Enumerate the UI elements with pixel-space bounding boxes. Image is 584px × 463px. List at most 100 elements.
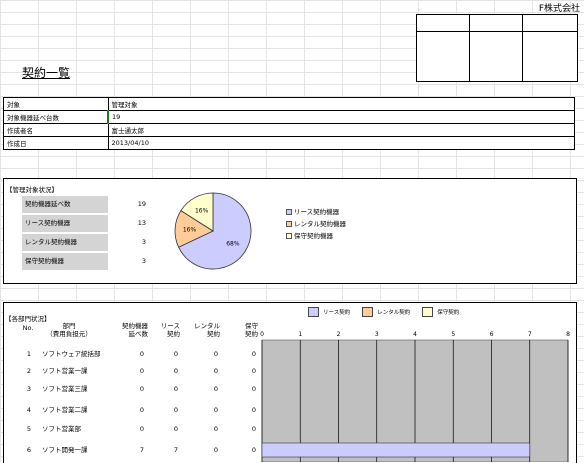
stat-row: 保守契約機器 3 (22, 253, 158, 270)
info-key[interactable]: 作成日 (3, 136, 109, 150)
approval-stamp-box (416, 14, 578, 82)
info-row: 対象機器延べ台数 19 (3, 110, 575, 124)
pie-legend-label: 保守契約機器 (294, 232, 333, 240)
col-header-total: 契約機器 延べ数 (122, 322, 148, 338)
info-value[interactable]: 管理対象 (107, 97, 575, 111)
legend-swatch-rental (286, 221, 292, 227)
stat-value[interactable]: 13 (138, 215, 146, 232)
info-value[interactable]: 2013/04/10 (107, 136, 575, 150)
row-total[interactable]: 0 (108, 405, 144, 415)
row-rental[interactable]: 0 (188, 384, 218, 394)
pie-legend-item: 保守契約機器 (286, 230, 346, 242)
x-tick-label: 5 (451, 331, 455, 338)
x-tick-label: 4 (413, 331, 417, 338)
row-dept-name[interactable]: ソフトウェア統括部 (42, 349, 106, 359)
row-total[interactable]: 0 (108, 349, 144, 359)
bar-legend-label: リース契約 (323, 310, 351, 316)
row-dept-name[interactable]: ソフト開発一課 (42, 445, 106, 455)
stat-label[interactable]: レンタル契約機器 (22, 234, 108, 251)
legend-swatch-maint (286, 233, 292, 239)
row-dept-name[interactable]: ソフト営業二課 (42, 405, 106, 415)
col-header-dept: 部門 （費用負担元） (46, 322, 92, 338)
legend-swatch-lease (286, 209, 292, 215)
row-maint[interactable]: 0 (226, 384, 256, 394)
stat-label[interactable]: リース契約機器 (22, 215, 108, 232)
row-rental[interactable]: 0 (188, 405, 218, 415)
row-no: 2 (26, 367, 32, 375)
approval-divider (469, 15, 470, 81)
pie-chart[interactable]: 68% 16% 16% (168, 188, 258, 274)
row-no: 4 (26, 406, 32, 414)
row-no: 6 (26, 446, 32, 454)
stat-value[interactable]: 19 (138, 196, 146, 213)
pie-data-label: 68% (226, 241, 240, 248)
info-row: 作成日 2013/04/10 (3, 136, 575, 150)
legend-swatch-rental (362, 307, 374, 317)
pie-legend-label: レンタル契約機器 (294, 220, 346, 228)
row-lease[interactable]: 0 (148, 349, 178, 359)
stat-row: レンタル契約機器 3 (22, 234, 158, 251)
row-rental[interactable]: 0 (188, 424, 218, 434)
info-table: 対象 管理対象 対象機器延べ台数 19 作成者名 富士通太郎 作成日 2013/… (3, 97, 575, 150)
x-tick-label: 3 (375, 331, 379, 338)
info-value[interactable]: 富士通太郎 (107, 123, 575, 137)
row-no: 5 (26, 425, 32, 433)
row-maint[interactable]: 0 (226, 366, 256, 376)
pie-legend-label: リース契約機器 (294, 208, 340, 216)
row-lease[interactable]: 0 (148, 384, 178, 394)
row-maint[interactable]: 0 (226, 349, 256, 359)
stat-value[interactable]: 3 (142, 234, 146, 251)
info-key[interactable]: 作成者名 (3, 123, 109, 137)
row-lease[interactable]: 0 (148, 366, 178, 376)
row-no: 3 (26, 385, 32, 393)
bar-legend-label: レンタル契約 (377, 310, 411, 316)
approval-header-row (417, 15, 577, 32)
pie-legend-item: リース契約機器 (286, 206, 346, 218)
row-dept-name[interactable]: ソフト営業三課 (42, 384, 106, 394)
legend-swatch-lease (308, 307, 319, 317)
stat-label[interactable]: 保守契約機器 (22, 253, 108, 270)
stat-row: 契約機器延べ数 19 (22, 196, 158, 213)
row-total[interactable]: 0 (108, 424, 144, 434)
info-row: 対象 管理対象 (3, 97, 575, 111)
x-tick-label: 7 (528, 331, 532, 338)
row-dept-name[interactable]: ソフト営業一課 (42, 366, 106, 376)
row-rental[interactable]: 0 (188, 349, 218, 359)
row-dept-name[interactable]: ソフト営業部 (42, 424, 106, 434)
row-lease[interactable]: 0 (148, 424, 178, 434)
stat-label[interactable]: 契約機器延べ数 (22, 196, 108, 213)
x-tick-label: 2 (337, 331, 341, 338)
row-total[interactable]: 0 (108, 384, 144, 394)
bar-legend-item: 保守契約 (422, 307, 459, 317)
x-tick-label: 8 (566, 331, 570, 338)
row-total[interactable]: 7 (108, 445, 144, 455)
row-no: 1 (26, 350, 32, 358)
bar-segment[interactable] (261, 442, 531, 458)
pie-legend-item: レンタル契約機器 (286, 218, 346, 230)
row-lease[interactable]: 0 (148, 405, 178, 415)
row-rental[interactable]: 0 (188, 445, 218, 455)
row-maint[interactable]: 0 (226, 445, 256, 455)
row-rental[interactable]: 0 (188, 366, 218, 376)
info-key[interactable]: 対象 (3, 97, 109, 111)
company-name: F株式会社 (538, 4, 580, 14)
row-maint[interactable]: 0 (226, 405, 256, 415)
info-key[interactable]: 対象機器延べ台数 (3, 110, 109, 124)
info-value[interactable]: 19 (107, 110, 575, 124)
row-maint[interactable]: 0 (226, 424, 256, 434)
page-title: 契約一覧 (22, 66, 71, 80)
row-total[interactable]: 0 (108, 366, 144, 376)
bar-legend-label: 保守契約 (437, 310, 460, 316)
stat-row: リース契約機器 13 (22, 215, 158, 232)
bar-legend-item: リース契約 (308, 307, 350, 317)
x-tick-label: 0 (260, 331, 264, 338)
col-header-maint: 保守 契約 (245, 322, 258, 338)
stat-value[interactable]: 3 (142, 253, 146, 270)
col-header-no: No. (22, 324, 34, 332)
dept-bar-chart[interactable]: 0 1 2 3 4 5 6 7 8 (256, 326, 584, 462)
pie-legend: リース契約機器 レンタル契約機器 保守契約機器 (286, 206, 346, 242)
bar-legend: リース契約 レンタル契約 保守契約 (308, 307, 471, 317)
x-tick-label: 1 (298, 331, 302, 338)
info-row: 作成者名 富士通太郎 (3, 123, 575, 137)
row-lease[interactable]: 7 (148, 445, 178, 455)
